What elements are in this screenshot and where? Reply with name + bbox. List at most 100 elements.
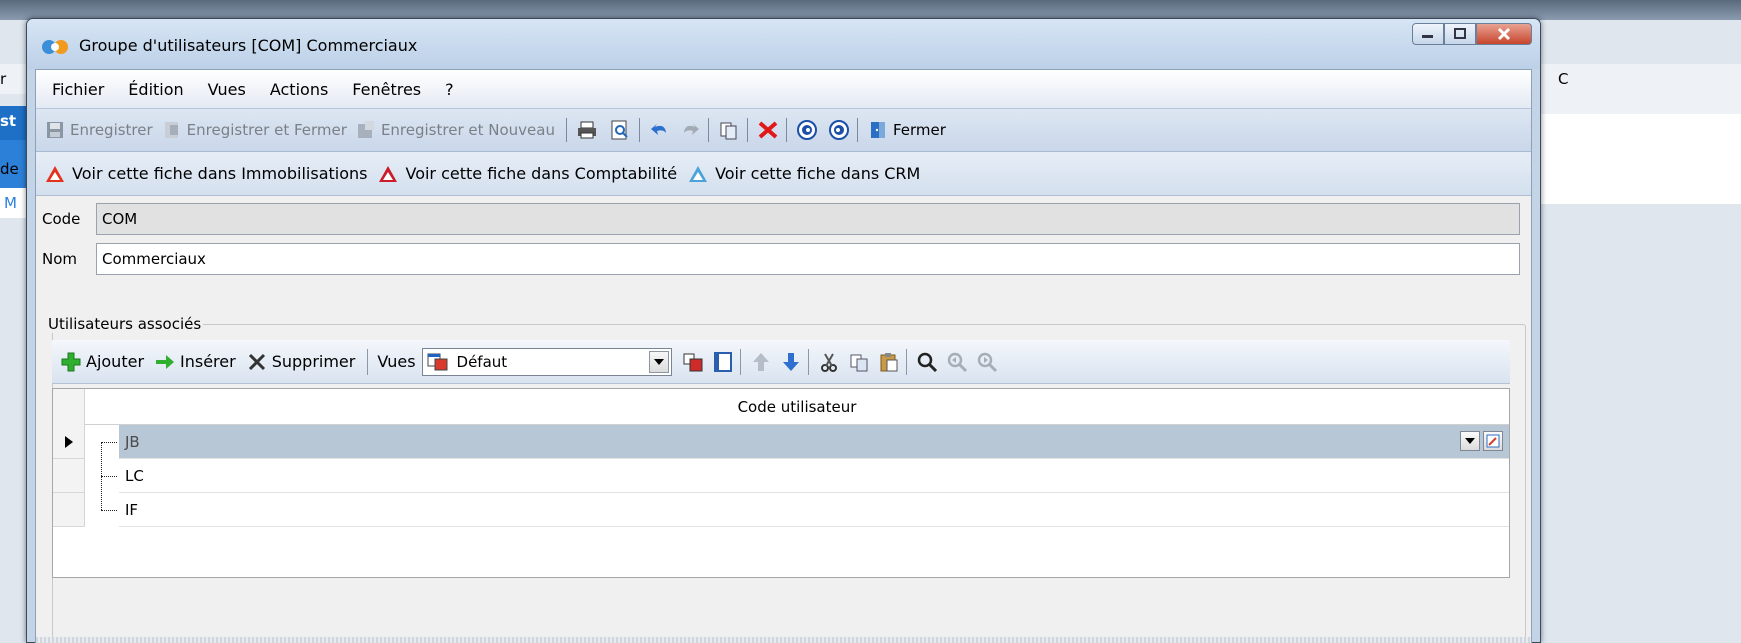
toolbar-separator: [707, 118, 709, 142]
link-immobilisations-label: Voir cette fiche dans Immobilisations: [72, 164, 368, 183]
save-button[interactable]: Enregistrer: [44, 119, 153, 141]
view-select[interactable]: Défaut: [421, 347, 672, 376]
nom-row: Nom: [36, 243, 77, 275]
background-text: st: [0, 112, 17, 130]
menu-bar: Fichier Édition Vues Actions Fenêtres ?: [36, 70, 1531, 108]
link-comptabilite[interactable]: Voir cette fiche dans Comptabilité: [377, 164, 677, 184]
delete-user-label: Supprimer: [271, 352, 356, 371]
copy-icon[interactable]: [848, 351, 870, 373]
save-and-close-button[interactable]: Enregistrer et Fermer: [161, 119, 347, 141]
toolbar-separator: [367, 348, 369, 375]
close-icon: [1497, 27, 1511, 41]
menu-fichier[interactable]: Fichier: [52, 80, 104, 99]
grid-view-icon: [427, 353, 448, 370]
background-text: C: [1558, 70, 1569, 88]
next-record-icon[interactable]: [828, 119, 850, 141]
table-row[interactable]: LC: [53, 459, 1509, 493]
menu-actions[interactable]: Actions: [270, 80, 328, 99]
columns-icon[interactable]: [682, 351, 704, 373]
window-client-area: Fichier Édition Vues Actions Fenêtres ? …: [35, 69, 1532, 643]
toolbar-separator: [807, 348, 809, 375]
title-bar[interactable]: Groupe d'utilisateurs [COM] Commerciaux: [27, 19, 1540, 69]
save-new-icon: [357, 121, 374, 138]
link-comptabilite-label: Voir cette fiche dans Comptabilité: [405, 164, 678, 183]
find-next-icon[interactable]: [976, 351, 998, 373]
move-up-icon[interactable]: [750, 351, 772, 373]
cell-edit-button[interactable]: [1483, 431, 1503, 451]
associated-users-label: Utilisateurs associés: [46, 315, 204, 333]
nom-label: Nom: [42, 250, 78, 268]
layout-icon[interactable]: [712, 351, 734, 373]
search-icon[interactable]: [916, 351, 938, 373]
print-preview-icon[interactable]: [608, 119, 630, 141]
add-user-label: Ajouter: [86, 352, 145, 371]
save-label: Enregistrer: [70, 121, 153, 139]
code-field[interactable]: COM: [96, 203, 1520, 235]
toolbar-separator: [856, 118, 858, 142]
undo-icon[interactable]: [649, 119, 671, 141]
crm-module-icon: [689, 165, 708, 182]
menu-vues[interactable]: Vues: [208, 80, 246, 99]
tree-connector: [101, 510, 117, 511]
row-pointer-icon: [65, 435, 73, 448]
table-row[interactable]: IF: [53, 493, 1509, 527]
link-immobilisations[interactable]: Voir cette fiche dans Immobilisations: [44, 164, 367, 184]
tree-connector: [101, 476, 117, 477]
previous-record-icon[interactable]: [796, 119, 818, 141]
module-links-bar: Voir cette fiche dans Immobilisations Vo…: [36, 152, 1531, 196]
toolbar-separator: [905, 348, 907, 375]
print-icon[interactable]: [576, 119, 598, 141]
user-code-value: LC: [125, 466, 144, 485]
user-code-value: IF: [125, 500, 139, 519]
paste-icon[interactable]: [878, 351, 900, 373]
view-select-dropdown[interactable]: [648, 350, 669, 373]
delete-icon[interactable]: [757, 119, 779, 141]
background-text: r: [0, 70, 7, 88]
menu-fenetres[interactable]: Fenêtres: [352, 80, 421, 99]
column-header-code-utilisateur[interactable]: Code utilisateur: [85, 389, 1509, 425]
link-crm-label: Voir cette fiche dans CRM: [715, 164, 921, 183]
plus-icon: [61, 352, 81, 371]
minimize-button[interactable]: [1412, 23, 1444, 45]
code-label: Code: [42, 210, 81, 228]
resize-strip: [36, 637, 1531, 643]
maximize-button[interactable]: [1444, 23, 1476, 45]
user-code-cell[interactable]: IF: [119, 493, 1509, 527]
user-code-cell[interactable]: JB: [119, 425, 1509, 459]
save-and-new-button[interactable]: Enregistrer et Nouveau: [355, 119, 555, 141]
close-button[interactable]: [1476, 23, 1532, 45]
close-form-button[interactable]: Fermer: [867, 119, 946, 141]
redo-icon[interactable]: [679, 119, 701, 141]
menu-help[interactable]: ?: [445, 80, 454, 99]
user-code-cell[interactable]: LC: [119, 459, 1509, 493]
chevron-down-icon: [653, 358, 664, 365]
chevron-down-icon: [1465, 438, 1475, 444]
toolbar-separator: [746, 118, 748, 142]
window-title: Groupe d'utilisateurs [COM] Commerciaux: [79, 36, 418, 55]
tree-connector: [101, 442, 117, 443]
minimize-icon: [1422, 35, 1433, 38]
cell-dropdown-button[interactable]: [1460, 431, 1480, 451]
code-row: Code: [36, 203, 80, 235]
row-selector[interactable]: [53, 459, 85, 493]
delete-user-button[interactable]: Supprimer: [246, 351, 356, 373]
save-close-icon: [164, 122, 178, 138]
floppy-disk-icon: [47, 122, 63, 138]
find-previous-icon[interactable]: [946, 351, 968, 373]
add-user-button[interactable]: Ajouter: [60, 351, 144, 373]
copy-record-icon[interactable]: [718, 119, 740, 141]
table-row[interactable]: JB: [53, 425, 1509, 459]
cut-icon[interactable]: [818, 351, 840, 373]
move-down-icon[interactable]: [780, 351, 802, 373]
close-form-label: Fermer: [892, 121, 946, 139]
nom-field[interactable]: Commerciaux: [96, 243, 1520, 275]
insert-user-button[interactable]: Insérer: [154, 351, 236, 373]
user-code-value: JB: [125, 432, 140, 451]
background-app-titlebar: [0, 0, 1741, 20]
link-crm[interactable]: Voir cette fiche dans CRM: [687, 164, 920, 184]
save-and-new-label: Enregistrer et Nouveau: [380, 121, 555, 139]
menu-edition[interactable]: Édition: [128, 80, 183, 99]
row-selector[interactable]: [53, 493, 85, 527]
cell-editor-buttons: [1460, 431, 1503, 451]
views-label: Vues: [377, 352, 416, 371]
